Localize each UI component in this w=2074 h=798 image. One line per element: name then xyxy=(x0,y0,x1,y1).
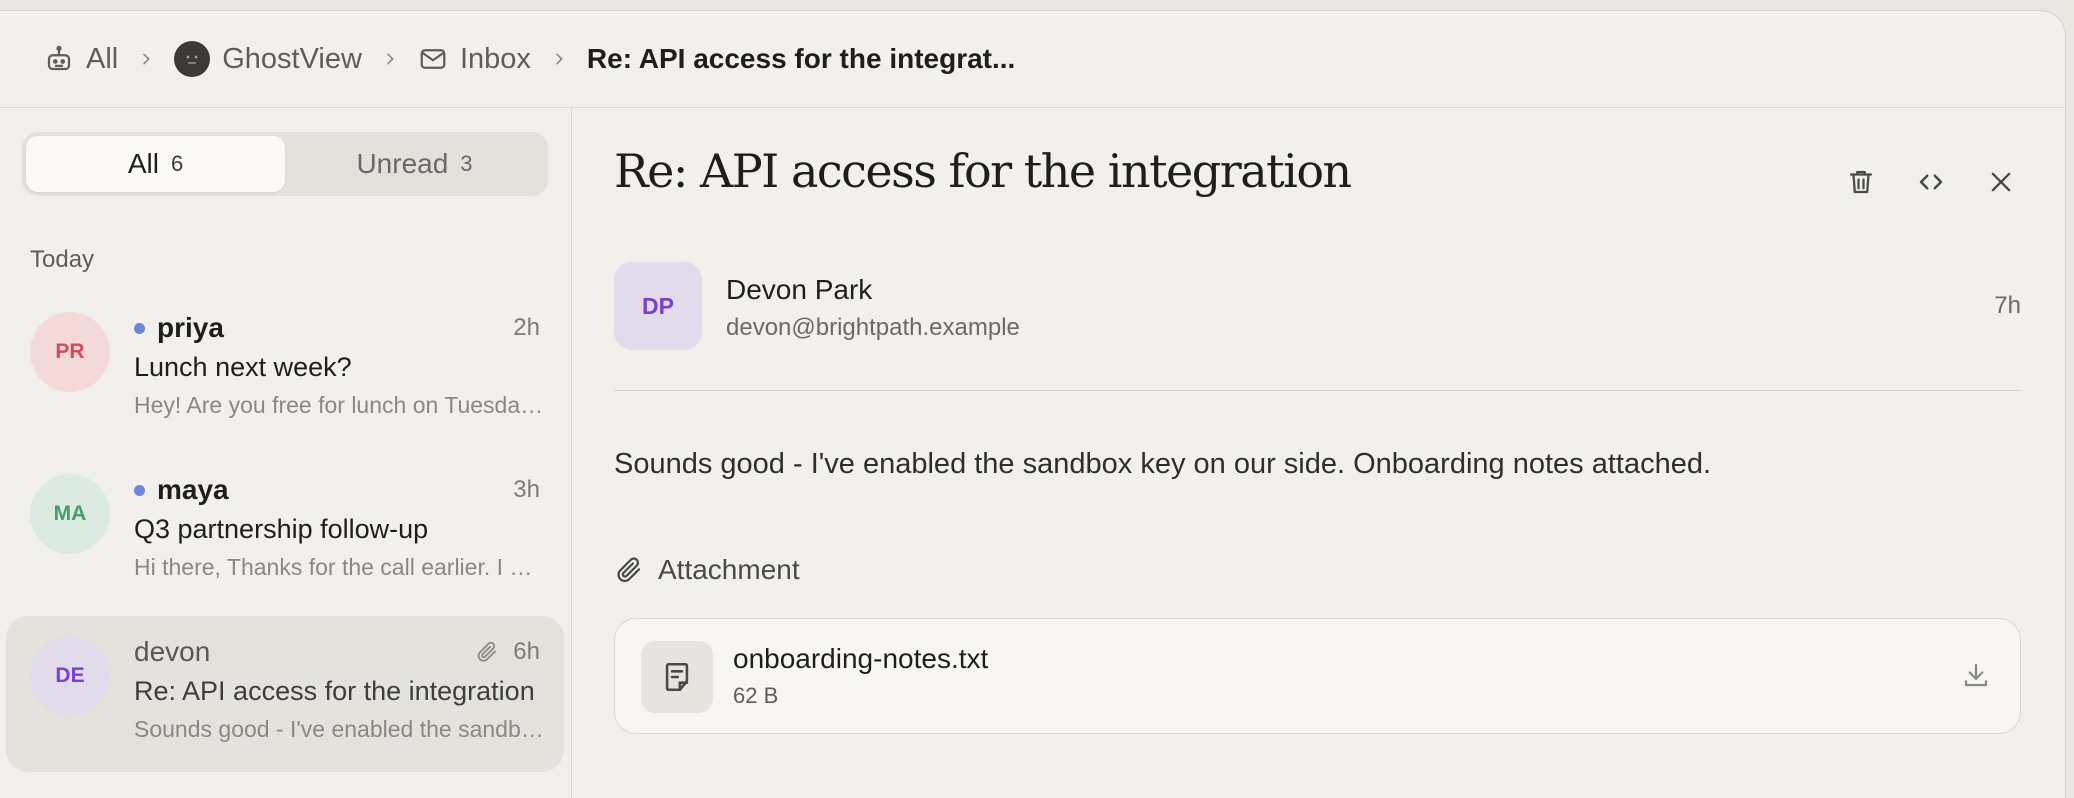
attachment-card[interactable]: onboarding-notes.txt 62 B xyxy=(614,618,2021,734)
breadcrumb-account-label: GhostView xyxy=(222,42,362,75)
attachment-heading-label: Attachment xyxy=(658,554,800,585)
paperclip-icon xyxy=(614,555,644,585)
breadcrumb-folder-label: Inbox xyxy=(459,42,531,75)
delete-button[interactable] xyxy=(1843,164,1879,200)
avatar: MA xyxy=(30,474,110,554)
attachment-name: onboarding-notes.txt xyxy=(733,643,989,674)
message-time: 3h xyxy=(513,476,540,504)
breadcrumb-all-label: All xyxy=(86,42,119,75)
code-icon xyxy=(1919,174,1943,190)
close-button[interactable] xyxy=(1983,164,2019,200)
breadcrumb-account[interactable]: GhostView xyxy=(174,41,362,77)
list-item[interactable]: PR priya 2h Lunch next week? Hey! Are yo… xyxy=(6,292,564,448)
mail-icon xyxy=(418,44,448,74)
filter-all-label: All xyxy=(127,148,159,179)
message-preview: Hey! Are you free for lunch on Tuesday? xyxy=(134,392,544,418)
message-subject: Re: API access for the integration xyxy=(134,676,535,706)
divider xyxy=(614,390,2021,391)
message-timestamp: 7h xyxy=(1994,292,2021,319)
chevron-right-icon xyxy=(382,51,398,67)
message-subject: Lunch next week? xyxy=(134,352,352,382)
trash-icon xyxy=(1849,170,1873,194)
breadcrumb-folder[interactable]: Inbox xyxy=(418,43,531,76)
message-time-label: 6h xyxy=(513,638,540,665)
close-icon xyxy=(1991,172,2011,192)
robot-icon xyxy=(44,44,74,74)
unread-dot-icon xyxy=(134,322,145,334)
message-list-pane: All 6 Unread 3 Today PR priya 2h Lunch n… xyxy=(0,108,572,798)
sender-name: Devon Park xyxy=(726,274,873,305)
breadcrumb-current-label: Re: API access for the integrat... xyxy=(586,43,1016,74)
message-sender: maya xyxy=(134,474,229,506)
filter-all-tab[interactable]: All 6 xyxy=(26,136,285,192)
message-title: Re: API access for the integration xyxy=(614,144,1352,198)
list-item[interactable]: MA maya 3h Q3 partnership follow-up Hi t… xyxy=(6,454,564,610)
filter-unread-label: Unread xyxy=(356,148,449,179)
avatar: PR xyxy=(30,312,110,392)
message-sender-name: devon xyxy=(134,636,211,667)
download-icon xyxy=(1964,663,1988,687)
sender-avatar: DP xyxy=(614,262,702,350)
breadcrumb-current: Re: API access for the integrat... xyxy=(587,43,1015,75)
message-body: Sounds good - I've enabled the sandbox k… xyxy=(614,448,1712,480)
section-label-today: Today xyxy=(30,246,95,273)
message-time: 6h xyxy=(475,638,540,666)
ghost-avatar-icon xyxy=(174,41,211,77)
message-subject: Q3 partnership follow-up xyxy=(134,514,429,544)
chevron-right-icon xyxy=(138,51,154,67)
message-time-label: 3h xyxy=(513,476,540,503)
message-sender-name: priya xyxy=(157,312,224,343)
chevron-right-icon xyxy=(551,51,567,67)
download-button[interactable] xyxy=(1958,657,1994,693)
view-source-button[interactable] xyxy=(1913,164,1949,200)
message-preview: Hi there, Thanks for the call earlier. I… xyxy=(134,554,544,580)
message-sender: priya xyxy=(134,312,224,344)
filter-all-count: 6 xyxy=(170,151,184,176)
list-item-selected[interactable]: DE devon 6h Re: API access for the integ… xyxy=(6,616,564,772)
avatar: DE xyxy=(30,636,110,716)
file-text-icon xyxy=(641,641,713,713)
filter-unread-count: 3 xyxy=(460,151,473,176)
sender-email: devon@brightpath.example xyxy=(726,314,1020,341)
unread-dot-icon xyxy=(134,484,145,496)
reading-pane: Re: API access for the integration DP De xyxy=(572,108,2065,798)
message-time-label: 2h xyxy=(513,314,540,341)
message-time: 2h xyxy=(513,314,540,342)
message-sender: devon xyxy=(134,636,210,668)
paperclip-icon xyxy=(475,640,499,664)
mail-window: All GhostView Inbox Re: API access for t… xyxy=(0,10,2066,798)
breadcrumb: All GhostView Inbox Re: API access for t… xyxy=(0,11,2065,108)
message-preview: Sounds good - I've enabled the sandbox k… xyxy=(134,716,544,742)
filter-unread-tab[interactable]: Unread 3 xyxy=(285,136,544,192)
attachment-heading: Attachment xyxy=(614,554,800,586)
message-actions xyxy=(1843,164,2019,200)
breadcrumb-all[interactable]: All xyxy=(44,43,118,76)
attachment-size: 62 B xyxy=(733,683,779,708)
message-sender-name: maya xyxy=(157,474,229,505)
filter-segmented-control: All 6 Unread 3 xyxy=(22,132,548,196)
